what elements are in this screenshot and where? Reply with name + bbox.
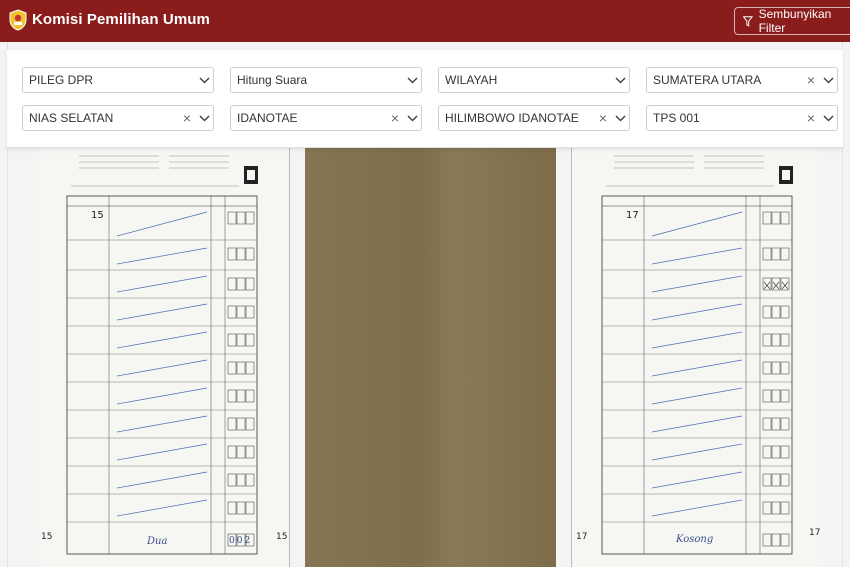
count-type-select[interactable]: Hitung Suara	[230, 67, 422, 93]
hide-filter-label: Sembunyikan Filter	[758, 7, 832, 35]
filter-icon	[743, 15, 753, 27]
c1-form-image-blank[interactable]	[305, 148, 556, 567]
hide-filter-button[interactable]: Sembunyikan Filter	[734, 7, 850, 35]
chevron-down-icon[interactable]	[611, 67, 629, 93]
chevron-down-icon[interactable]	[819, 105, 837, 131]
select-value: TPS 001	[653, 111, 700, 125]
chevron-down-icon[interactable]	[611, 105, 629, 131]
chevron-down-icon[interactable]	[195, 67, 213, 93]
c1-form-image[interactable]: 15 15 15 Dua 002	[39, 148, 290, 567]
form-image-gallery: 15 15 15 Dua 002 17 17 17 Kosong	[0, 148, 850, 567]
chevron-down-icon[interactable]	[403, 67, 421, 93]
party-number-label: 17	[626, 210, 639, 221]
select-value: WILAYAH	[445, 73, 498, 87]
polling-station-select[interactable]: TPS 001 ×	[646, 105, 838, 131]
village-select[interactable]: HILIMBOWO IDANOTAE ×	[438, 105, 630, 131]
handwritten-total-word: Dua	[147, 536, 168, 547]
select-value: SUMATERA UTARA	[653, 73, 762, 87]
region-select[interactable]: WILAYAH	[438, 67, 630, 93]
app-title: Komisi Pemilihan Umum	[32, 11, 210, 28]
district-select[interactable]: IDANOTAE ×	[230, 105, 422, 131]
select-value: PILEG DPR	[29, 73, 94, 87]
select-value: IDANOTAE	[237, 111, 298, 125]
regency-select[interactable]: NIAS SELATAN ×	[22, 105, 214, 131]
election-type-select[interactable]: PILEG DPR	[22, 67, 214, 93]
page-number-label: 15	[41, 532, 53, 542]
top-bar: Komisi Pemilihan Umum Sembunyikan Filter	[0, 0, 850, 42]
select-value: NIAS SELATAN	[29, 111, 114, 125]
select-value: HILIMBOWO IDANOTAE	[445, 111, 579, 125]
form-scan-graphic	[572, 148, 822, 567]
chevron-down-icon[interactable]	[403, 105, 421, 131]
page-number-label: 17	[809, 528, 821, 538]
page-number-label: 15	[276, 532, 288, 542]
clear-icon[interactable]: ×	[805, 72, 817, 88]
c1-form-image[interactable]: 17 17 17 Kosong	[571, 148, 822, 567]
clear-icon[interactable]: ×	[389, 110, 401, 126]
filter-panel: PILEG DPR Hitung Suara WILAYAH SUMATERA …	[7, 50, 843, 148]
select-value: Hitung Suara	[237, 73, 308, 87]
clear-icon[interactable]: ×	[597, 110, 609, 126]
page-number-label: 17	[576, 532, 588, 542]
handwritten-total-digits: 002	[229, 536, 253, 546]
clear-icon[interactable]: ×	[805, 110, 817, 126]
chevron-down-icon[interactable]	[195, 105, 213, 131]
kpu-logo-icon	[9, 9, 27, 31]
chevron-down-icon[interactable]	[819, 67, 837, 93]
clear-icon[interactable]: ×	[181, 110, 193, 126]
handwritten-total-word: Kosong	[676, 534, 714, 545]
form-scan-graphic	[39, 148, 289, 567]
party-number-label: 15	[91, 210, 104, 221]
province-select[interactable]: SUMATERA UTARA ×	[646, 67, 838, 93]
